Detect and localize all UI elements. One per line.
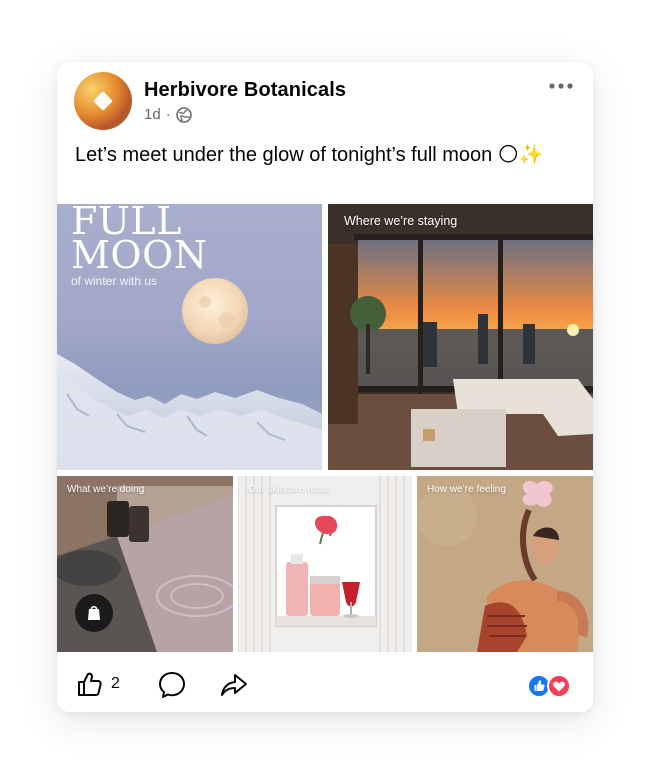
moon-subtitle: of winter with us bbox=[71, 274, 158, 288]
share-icon bbox=[221, 674, 247, 696]
page-name[interactable]: Herbivore Botanicals bbox=[144, 79, 346, 102]
share-button[interactable] bbox=[219, 670, 249, 700]
more-horizontal-icon[interactable] bbox=[547, 78, 575, 94]
comment-button[interactable] bbox=[157, 670, 187, 700]
moon-title-line2: MOON bbox=[71, 233, 208, 277]
tile-label-where-staying: Where we’re staying bbox=[344, 214, 458, 228]
photo-what-doing[interactable]: What we’re doing bbox=[57, 476, 233, 652]
post-actions: 2 bbox=[57, 662, 593, 712]
comment-icon bbox=[159, 672, 185, 698]
photo-full-moon[interactable]: FULL MOON of winter with us bbox=[57, 204, 322, 470]
like-count: 2 bbox=[111, 675, 120, 692]
post-time[interactable]: 1d bbox=[144, 106, 161, 123]
photo-skincare-ritual[interactable]: Our skincare ritual bbox=[238, 476, 412, 652]
painting-image bbox=[417, 476, 593, 652]
photo-grid: FULL MOON of winter with us Where we’re … bbox=[57, 204, 593, 652]
post-caption: Let’s meet under the glow of tonight’s f… bbox=[75, 144, 544, 166]
post-card: Herbivore Botanicals 1d · Let’s meet und… bbox=[57, 62, 593, 712]
reactions-summary[interactable] bbox=[527, 674, 575, 698]
shopping-bag-icon bbox=[88, 605, 100, 620]
tile-label-what-doing: What we’re doing bbox=[67, 484, 145, 495]
brand-logo-icon bbox=[93, 91, 113, 111]
post-header: Herbivore Botanicals 1d · bbox=[57, 62, 593, 136]
skincare-image bbox=[238, 476, 412, 652]
page-avatar[interactable] bbox=[74, 72, 132, 130]
photo-how-feeling[interactable]: How we’re feeling bbox=[417, 476, 593, 652]
tile-label-how-feeling: How we’re feeling bbox=[427, 484, 506, 495]
like-button[interactable]: 2 bbox=[75, 670, 120, 698]
post-meta: 1d · bbox=[144, 106, 192, 123]
thumbs-up-icon bbox=[78, 672, 102, 696]
tile-label-skincare: Our skincare ritual bbox=[248, 484, 330, 495]
apartment-image bbox=[328, 204, 593, 470]
photo-where-staying[interactable]: Where we’re staying bbox=[328, 204, 593, 470]
shop-button[interactable] bbox=[75, 594, 113, 632]
globe-icon[interactable] bbox=[175, 106, 192, 123]
meta-separator: · bbox=[165, 106, 171, 123]
moon-title: FULL MOON bbox=[71, 204, 208, 277]
